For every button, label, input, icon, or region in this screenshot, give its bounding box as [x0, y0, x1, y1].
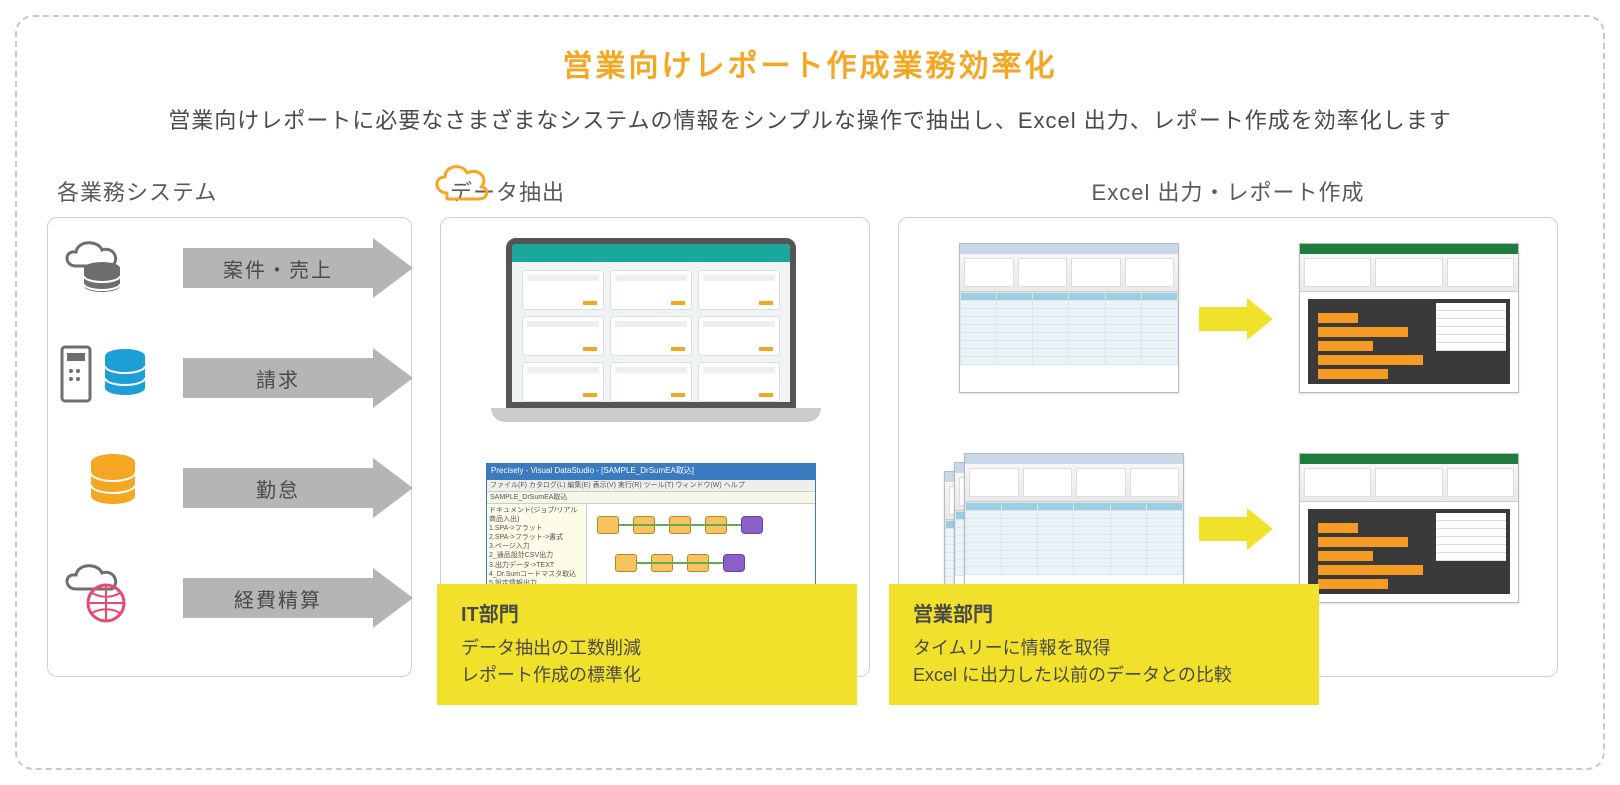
diagram-container: 営業向けレポート作成業務効率化 営業向けレポートに必要なさまざまなシステムの情報…: [15, 15, 1605, 770]
callout-sales-heading: 営業部門: [913, 598, 1295, 627]
arrow-keihi: 経費精算: [183, 568, 413, 628]
window-tab: SAMPLE_DrSumEA取込: [487, 492, 815, 504]
window-menu: ファイル(F) カタログ(L) 編集(E) 表示(V) 実行(R) ツール(T)…: [487, 480, 815, 492]
database-blue-icon: [102, 348, 148, 400]
callout-sales: 営業部門 タイムリーに情報を取得 Excel に出力した以前のデータとの比較: [889, 584, 1319, 705]
col-head-extract: データ抽出: [450, 175, 870, 207]
subtitle: 営業向けレポートに必要なさまざまなシステムの情報をシンプルな操作で抽出し、Exc…: [47, 103, 1573, 135]
col-head-output: Excel 出力・レポート作成: [898, 175, 1558, 207]
excel-chart-2: [1299, 453, 1519, 603]
arrow-seikyu: 請求: [183, 348, 413, 408]
columns-row: 各業務システム 案件・売上: [47, 175, 1573, 677]
arrow-anken: 案件・売上: [183, 238, 413, 298]
window-title: Precisely - Visual DataStudio - [SAMPLE_…: [487, 464, 815, 480]
callout-it-heading: IT部門: [461, 598, 833, 627]
cloud-icon: [427, 155, 497, 203]
laptop-mock: [491, 238, 811, 438]
server-icon: [58, 343, 94, 405]
cloud-db-icon: [58, 238, 138, 300]
callout-it: IT部門 データ抽出の工数削減 レポート作成の標準化: [437, 584, 857, 705]
panel-systems: 案件・売上: [47, 217, 412, 677]
chart-area: [1308, 299, 1510, 384]
arrow-kintai: 勤怠: [183, 458, 413, 518]
excel-sheet-1: [959, 243, 1179, 393]
cloud-globe-icon: [58, 563, 142, 625]
database-orange-icon: [88, 453, 138, 509]
excel-chart-1: [1299, 243, 1519, 393]
main-title: 営業向けレポート作成業務効率化: [47, 41, 1573, 85]
col-systems: 各業務システム 案件・売上: [47, 175, 412, 677]
col-head-systems: 各業務システム: [57, 175, 412, 207]
